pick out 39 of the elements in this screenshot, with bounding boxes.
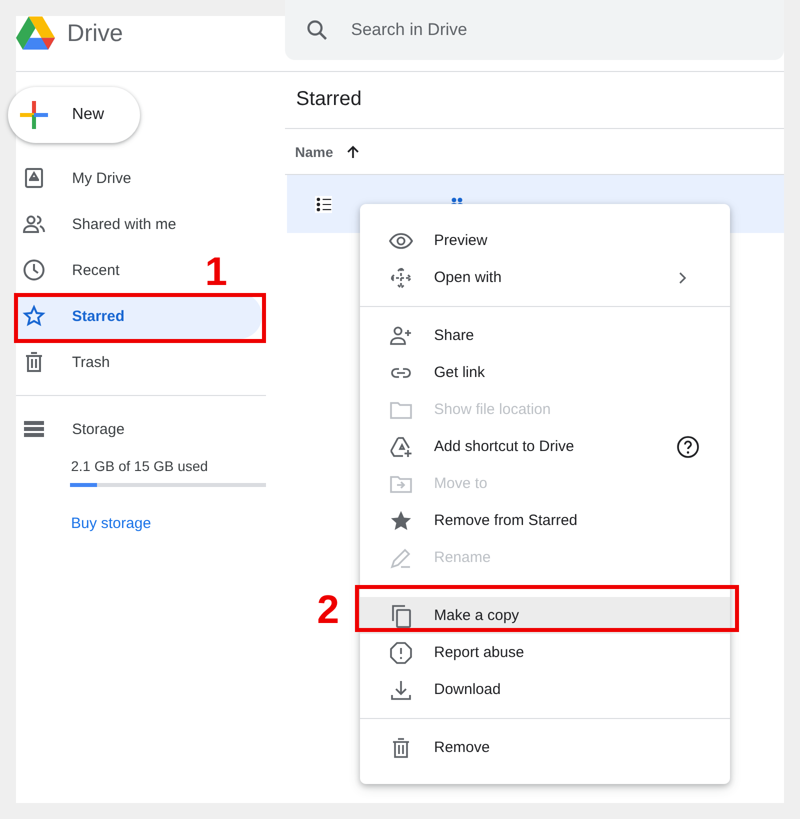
menu-item[interactable]: Download — [360, 671, 730, 708]
menu-item[interactable]: Add shortcut to Drive — [360, 428, 730, 465]
menu-item[interactable]: Report abuse — [360, 634, 730, 671]
step-number: 1 — [205, 252, 228, 292]
drive-logo-icon — [16, 16, 55, 52]
plus-icon — [20, 101, 48, 129]
report-icon — [389, 640, 413, 664]
sidebar-item[interactable]: Trash — [16, 339, 120, 385]
menu-item[interactable]: Open with — [360, 259, 730, 296]
step-number: 2 — [317, 590, 340, 630]
menu-item[interactable]: Share — [360, 317, 730, 354]
sidebar-item[interactable]: Shared with me — [16, 201, 186, 247]
starfull-icon — [389, 508, 413, 532]
sidebar-item[interactable]: My Drive — [16, 155, 142, 201]
up-arrow-icon[interactable] — [345, 144, 362, 160]
new-button[interactable]: New — [8, 87, 140, 143]
star-icon — [22, 304, 46, 328]
menu-item[interactable]: Remove from Starred — [360, 502, 730, 539]
chevron-right-icon — [678, 270, 688, 284]
storage-label: Storage — [72, 420, 125, 438]
move-icon — [389, 266, 413, 290]
page-title: Starred — [285, 72, 784, 129]
sidebar-item[interactable]: Recent — [16, 247, 130, 293]
storage-usage: 2.1 GB of 15 GB used — [71, 458, 209, 474]
search-field[interactable]: Search in Drive — [349, 19, 653, 41]
copy-icon — [389, 604, 413, 628]
clock-icon — [22, 258, 46, 282]
buy-storage-link[interactable]: Buy storage — [71, 515, 152, 532]
file-list-icon — [315, 196, 332, 212]
help-icon[interactable] — [676, 434, 700, 458]
column-header[interactable]: Name — [295, 144, 362, 160]
shortcut-icon — [389, 434, 413, 458]
menu-item[interactable]: Remove — [360, 729, 730, 766]
menu-item[interactable]: Preview — [360, 222, 730, 259]
drive-icon — [22, 166, 46, 190]
menu-item[interactable]: Get link — [360, 354, 730, 391]
app-name: Drive — [67, 19, 124, 49]
personadd-icon — [389, 324, 413, 348]
search-icon — [305, 18, 329, 42]
